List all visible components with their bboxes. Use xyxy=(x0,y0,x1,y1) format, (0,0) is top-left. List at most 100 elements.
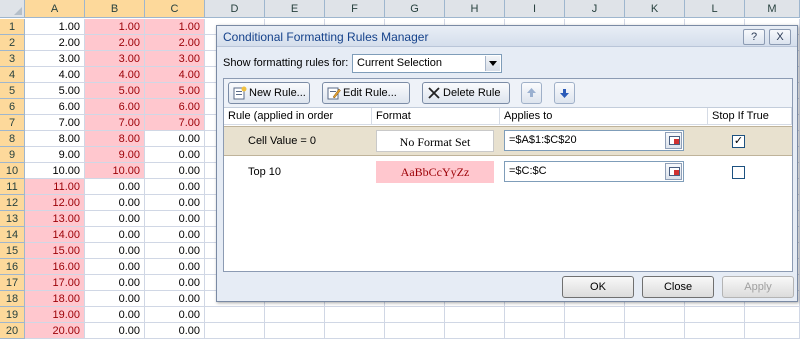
column-header-e[interactable]: E xyxy=(265,0,325,18)
row-header[interactable]: 16 xyxy=(0,259,25,275)
cell-b20[interactable]: 0.00 xyxy=(85,323,145,339)
row-header[interactable]: 13 xyxy=(0,211,25,227)
cell-c19[interactable]: 0.00 xyxy=(145,307,205,323)
cell-c5[interactable]: 5.00 xyxy=(145,83,205,99)
cell-b15[interactable]: 0.00 xyxy=(85,243,145,259)
cell-c6[interactable]: 6.00 xyxy=(145,99,205,115)
cell-c11[interactable]: 0.00 xyxy=(145,179,205,195)
cell-a2[interactable]: 2.00 xyxy=(25,35,85,51)
cell-c14[interactable]: 0.00 xyxy=(145,227,205,243)
move-down-button[interactable] xyxy=(554,82,575,104)
move-up-button[interactable] xyxy=(521,82,542,104)
close-button[interactable]: Close xyxy=(642,276,714,298)
cell-a11[interactable]: 11.00 xyxy=(25,179,85,195)
column-header-h[interactable]: H xyxy=(445,0,505,18)
cell-a6[interactable]: 6.00 xyxy=(25,99,85,115)
column-header-m[interactable]: M xyxy=(745,0,800,18)
col-header-stop[interactable]: Stop If True xyxy=(708,108,792,125)
cell-c10[interactable]: 0.00 xyxy=(145,163,205,179)
empty-cell[interactable] xyxy=(625,307,685,323)
row-header[interactable]: 4 xyxy=(0,67,25,83)
cell-a15[interactable]: 15.00 xyxy=(25,243,85,259)
cell-a18[interactable]: 18.00 xyxy=(25,291,85,307)
column-header-g[interactable]: G xyxy=(385,0,445,18)
cell-c13[interactable]: 0.00 xyxy=(145,211,205,227)
cell-b9[interactable]: 9.00 xyxy=(85,147,145,163)
cell-b3[interactable]: 3.00 xyxy=(85,51,145,67)
column-header-f[interactable]: F xyxy=(325,0,385,18)
col-header-rule[interactable]: Rule (applied in order shown) xyxy=(224,108,372,139)
cell-c8[interactable]: 0.00 xyxy=(145,131,205,147)
empty-cell[interactable] xyxy=(265,307,325,323)
column-header-l[interactable]: L xyxy=(685,0,745,18)
cell-a5[interactable]: 5.00 xyxy=(25,83,85,99)
column-header-j[interactable]: J xyxy=(565,0,625,18)
cell-a19[interactable]: 19.00 xyxy=(25,307,85,323)
show-rules-select[interactable]: Current Selection xyxy=(352,54,502,73)
empty-cell[interactable] xyxy=(625,323,685,339)
row-header[interactable]: 9 xyxy=(0,147,25,163)
row-header[interactable]: 3 xyxy=(0,51,25,67)
column-header-c[interactable]: C xyxy=(145,0,205,18)
cell-b18[interactable]: 0.00 xyxy=(85,291,145,307)
empty-cell[interactable] xyxy=(325,307,385,323)
empty-cell[interactable] xyxy=(745,323,800,339)
empty-cell[interactable] xyxy=(205,307,265,323)
cell-a20[interactable]: 20.00 xyxy=(25,323,85,339)
cell-a8[interactable]: 8.00 xyxy=(25,131,85,147)
row-header[interactable]: 19 xyxy=(0,307,25,323)
cell-c3[interactable]: 3.00 xyxy=(145,51,205,67)
row-header[interactable]: 15 xyxy=(0,243,25,259)
cell-b4[interactable]: 4.00 xyxy=(85,67,145,83)
close-window-button[interactable]: X xyxy=(769,29,791,45)
cell-a3[interactable]: 3.00 xyxy=(25,51,85,67)
empty-cell[interactable] xyxy=(685,323,745,339)
cell-a16[interactable]: 16.00 xyxy=(25,259,85,275)
cell-c17[interactable]: 0.00 xyxy=(145,275,205,291)
row-header[interactable]: 7 xyxy=(0,115,25,131)
empty-cell[interactable] xyxy=(445,323,505,339)
column-header-b[interactable]: B xyxy=(85,0,145,18)
row-header[interactable]: 18 xyxy=(0,291,25,307)
empty-cell[interactable] xyxy=(325,323,385,339)
cell-a7[interactable]: 7.00 xyxy=(25,115,85,131)
empty-cell[interactable] xyxy=(265,323,325,339)
rule-row[interactable]: Top 10 AaBbCcYyZz =$C:$C xyxy=(224,158,792,188)
row-header[interactable]: 5 xyxy=(0,83,25,99)
cell-b14[interactable]: 0.00 xyxy=(85,227,145,243)
select-all-corner[interactable] xyxy=(0,0,25,18)
delete-rule-button[interactable]: Delete Rule xyxy=(422,82,510,104)
cell-a17[interactable]: 17.00 xyxy=(25,275,85,291)
cell-c9[interactable]: 0.00 xyxy=(145,147,205,163)
cell-a12[interactable]: 12.00 xyxy=(25,195,85,211)
empty-cell[interactable] xyxy=(565,307,625,323)
cell-a1[interactable]: 1.00 xyxy=(25,19,85,35)
cell-c20[interactable]: 0.00 xyxy=(145,323,205,339)
cell-a10[interactable]: 10.00 xyxy=(25,163,85,179)
stop-if-true-checkbox[interactable] xyxy=(732,166,745,179)
cell-a13[interactable]: 13.00 xyxy=(25,211,85,227)
empty-cell[interactable] xyxy=(505,323,565,339)
column-header-a[interactable]: A xyxy=(25,0,85,18)
column-header-i[interactable]: I xyxy=(505,0,565,18)
cell-c12[interactable]: 0.00 xyxy=(145,195,205,211)
cell-c7[interactable]: 7.00 xyxy=(145,115,205,131)
cell-b1[interactable]: 1.00 xyxy=(85,19,145,35)
cell-c16[interactable]: 0.00 xyxy=(145,259,205,275)
help-button[interactable]: ? xyxy=(743,29,765,45)
empty-cell[interactable] xyxy=(445,307,505,323)
dropdown-arrow-icon[interactable] xyxy=(485,56,500,71)
cell-b6[interactable]: 6.00 xyxy=(85,99,145,115)
row-header[interactable]: 17 xyxy=(0,275,25,291)
empty-cell[interactable] xyxy=(385,307,445,323)
cell-b5[interactable]: 5.00 xyxy=(85,83,145,99)
cell-b13[interactable]: 0.00 xyxy=(85,211,145,227)
cell-b7[interactable]: 7.00 xyxy=(85,115,145,131)
applies-to-field[interactable]: =$A$1:$C$20 xyxy=(504,130,684,151)
cell-c15[interactable]: 0.00 xyxy=(145,243,205,259)
range-select-icon[interactable] xyxy=(665,163,682,180)
empty-cell[interactable] xyxy=(685,307,745,323)
cell-c4[interactable]: 4.00 xyxy=(145,67,205,83)
edit-rule-button[interactable]: Edit Rule... xyxy=(322,82,410,104)
applies-to-field[interactable]: =$C:$C xyxy=(504,161,684,182)
